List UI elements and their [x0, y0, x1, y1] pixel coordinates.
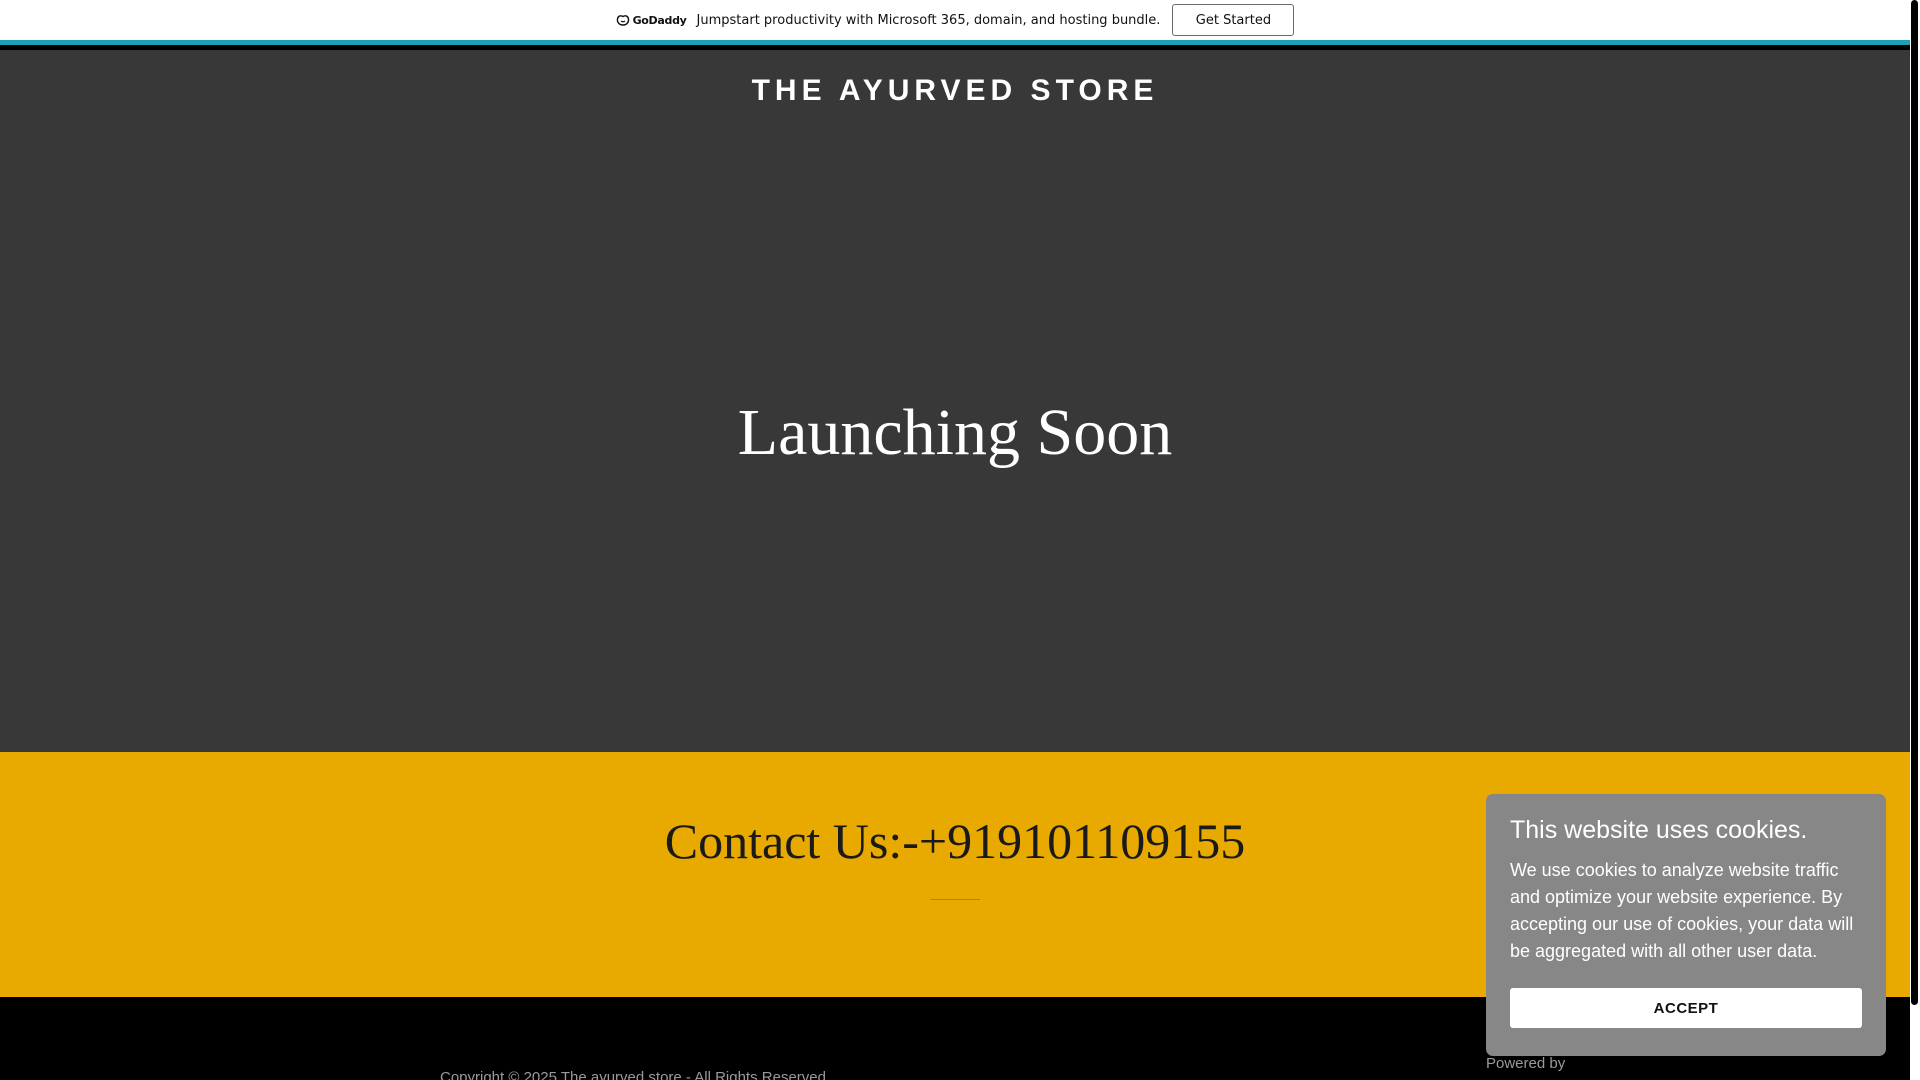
scrollbar-thumb[interactable]	[1911, 0, 1918, 1005]
site-title[interactable]: THE AYURVED STORE	[0, 74, 1910, 108]
godaddy-logo-text: GoDaddy	[632, 13, 687, 27]
contact-divider	[930, 899, 980, 900]
cookie-banner-title: This website uses cookies.	[1510, 816, 1808, 844]
hero-section: THE AYURVED STORE Launching Soon	[0, 50, 1910, 752]
accept-cookies-button[interactable]: ACCEPT	[1510, 988, 1862, 1028]
cookie-banner-body: We use cookies to analyze website traffi…	[1510, 860, 1854, 961]
page-scrollbar[interactable]	[1910, 0, 1920, 1080]
get-started-button[interactable]: Get Started	[1172, 4, 1295, 36]
godaddy-logo: GoDaddy	[616, 14, 687, 27]
godaddy-logo-icon	[616, 14, 630, 26]
powered-by-text: Powered by	[1486, 1055, 1566, 1072]
promo-message: Jumpstart productivity with Microsoft 36…	[696, 12, 1161, 28]
promo-content: GoDaddy Jumpstart productivity with Micr…	[616, 4, 1295, 36]
promo-bar: GoDaddy Jumpstart productivity with Micr…	[0, 0, 1910, 45]
page: GoDaddy Jumpstart productivity with Micr…	[0, 0, 1920, 1080]
hero-heading: Launching Soon	[737, 396, 1173, 469]
cookie-banner: This website uses cookies. We use cookie…	[1486, 794, 1886, 1056]
copyright-text: Copyright © 2025 The ayurved store - All…	[440, 1069, 831, 1080]
